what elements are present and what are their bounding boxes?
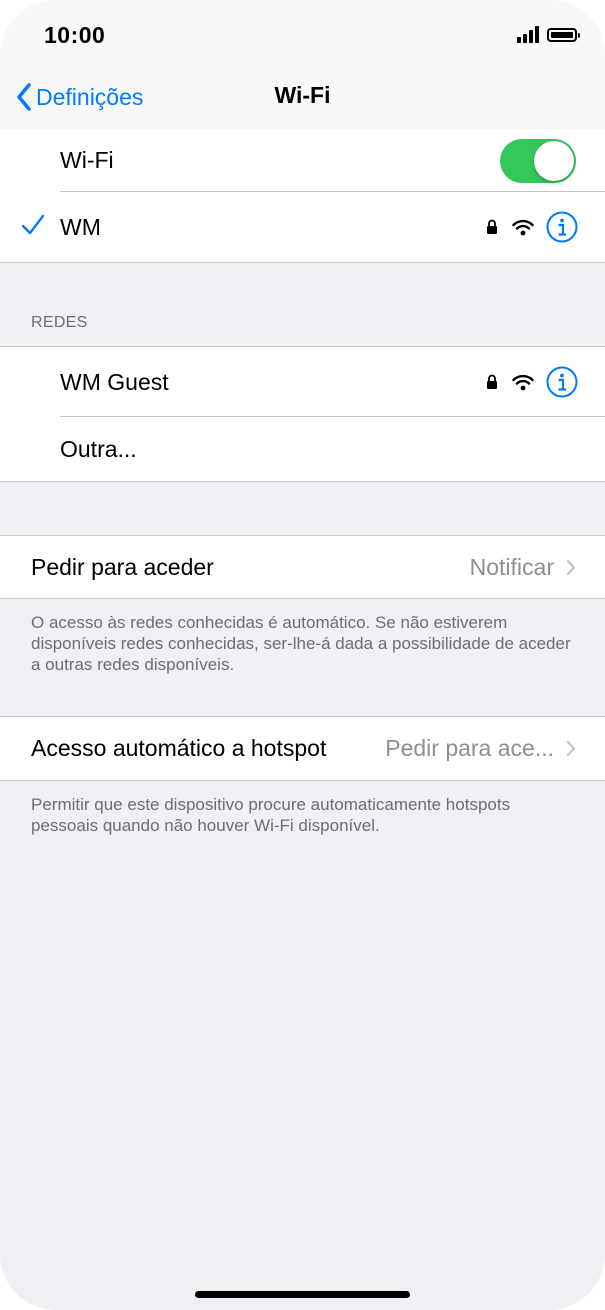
connected-network-row[interactable]: WM — [0, 192, 605, 262]
wifi-toggle-label: Wi-Fi — [60, 147, 114, 173]
ask-to-join-description: O acesso às redes conhecidas é automátic… — [31, 613, 571, 674]
auto-hotspot-value-text: Pedir para ace... — [385, 735, 554, 761]
home-indicator[interactable] — [195, 1291, 410, 1298]
info-icon[interactable] — [546, 366, 578, 398]
ask-to-join-value-text: Notificar — [469, 553, 554, 580]
network-name: WM Guest — [60, 368, 169, 395]
battery-icon — [547, 27, 580, 42]
ask-to-join-row[interactable]: Pedir para aceder Notificar — [0, 536, 605, 598]
networks-group: WM Guest Outra... — [0, 346, 605, 482]
page-title: Wi-Fi — [274, 82, 331, 108]
chevron-right-icon — [566, 559, 576, 575]
top-bar: 10:00 Definições Wi-Fi — [0, 0, 605, 130]
status-time: 10:00 — [44, 22, 106, 48]
lock-icon — [487, 219, 497, 234]
status-indicators — [517, 26, 580, 43]
auto-hotspot-label: Acesso automático a hotspot — [31, 735, 327, 761]
wifi-signal-icon — [512, 374, 534, 390]
auto-hotspot-description: Permitir que este dispositivo procure au… — [31, 795, 511, 835]
lock-icon — [487, 374, 497, 389]
wifi-signal-icon — [512, 219, 534, 235]
network-row[interactable]: WM Guest — [0, 347, 605, 417]
wifi-toggle-row: Wi-Fi — [0, 129, 605, 192]
other-network-row[interactable]: Outra... — [0, 417, 605, 481]
chevron-right-icon — [566, 740, 576, 757]
auto-hotspot-value: Pedir para ace... — [385, 717, 576, 780]
networks-section-header: REDES — [31, 314, 88, 331]
auto-hotspot-row[interactable]: Acesso automático a hotspot Pedir para a… — [0, 717, 605, 780]
network-status-icons — [486, 192, 578, 262]
network-status-icons — [486, 347, 578, 417]
connected-network-name: WM — [60, 213, 101, 240]
ask-to-join-group: Pedir para aceder Notificar — [0, 535, 605, 599]
auto-hotspot-group: Acesso automático a hotspot Pedir para a… — [0, 716, 605, 781]
wifi-group: Wi-Fi WM — [0, 129, 605, 263]
info-icon[interactable] — [546, 211, 578, 243]
wifi-toggle[interactable] — [500, 139, 576, 183]
ask-to-join-value: Notificar — [470, 536, 576, 598]
toggle-knob — [534, 141, 574, 181]
other-network-label: Outra... — [60, 435, 137, 462]
cellular-signal-icon — [517, 26, 539, 43]
ask-to-join-label: Pedir para aceder — [31, 553, 214, 580]
checkmark-icon — [21, 214, 45, 235]
phone-screen: 10:00 Definições Wi-Fi Wi-Fi WM REDES WM… — [0, 0, 605, 1310]
